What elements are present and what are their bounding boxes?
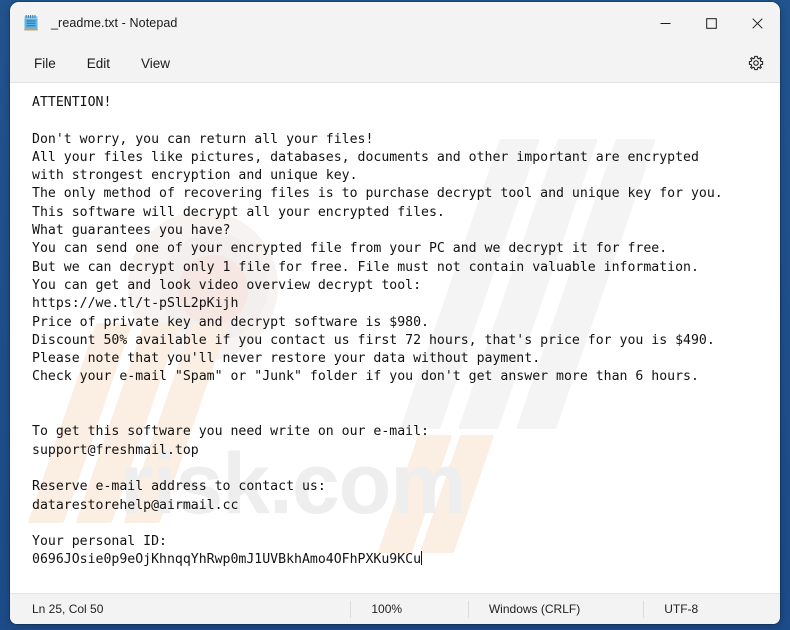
window-controls	[642, 2, 780, 44]
text-editor-area[interactable]: risk.com ATTENTION! Don't worry, you can…	[10, 83, 780, 593]
close-button[interactable]	[734, 2, 780, 44]
status-zoom-level[interactable]: 100%	[350, 600, 467, 618]
close-icon	[751, 17, 763, 29]
status-line-ending[interactable]: Windows (CRLF)	[467, 600, 643, 618]
window-title: _readme.txt - Notepad	[51, 16, 178, 30]
status-bar: Ln 25, Col 50 100% Windows (CRLF) UTF-8	[10, 593, 780, 624]
status-encoding[interactable]: UTF-8	[643, 600, 780, 618]
settings-button[interactable]	[742, 49, 770, 77]
minimize-button[interactable]	[642, 2, 688, 44]
title-bar[interactable]: _readme.txt - Notepad	[10, 2, 780, 44]
desktop-background: _readme.txt - Notepad File Edit View ris…	[0, 0, 790, 630]
menu-item-file[interactable]: File	[23, 51, 67, 76]
menu-item-view[interactable]: View	[130, 51, 181, 76]
text-caret	[421, 551, 423, 566]
gear-icon	[748, 55, 764, 71]
vertical-scrollbar[interactable]	[774, 83, 780, 593]
notepad-icon	[22, 14, 40, 32]
maximize-icon	[705, 17, 717, 29]
document-body: ATTENTION! Don't worry, you can return a…	[32, 95, 723, 568]
document-text[interactable]: ATTENTION! Don't worry, you can return a…	[32, 94, 774, 570]
menu-bar: File Edit View	[10, 44, 780, 83]
status-cursor-position: Ln 25, Col 50	[32, 602, 104, 616]
maximize-button[interactable]	[688, 2, 734, 44]
menu-item-edit[interactable]: Edit	[76, 51, 121, 76]
minimize-icon	[660, 22, 670, 24]
notepad-window: _readme.txt - Notepad File Edit View ris…	[10, 2, 780, 624]
